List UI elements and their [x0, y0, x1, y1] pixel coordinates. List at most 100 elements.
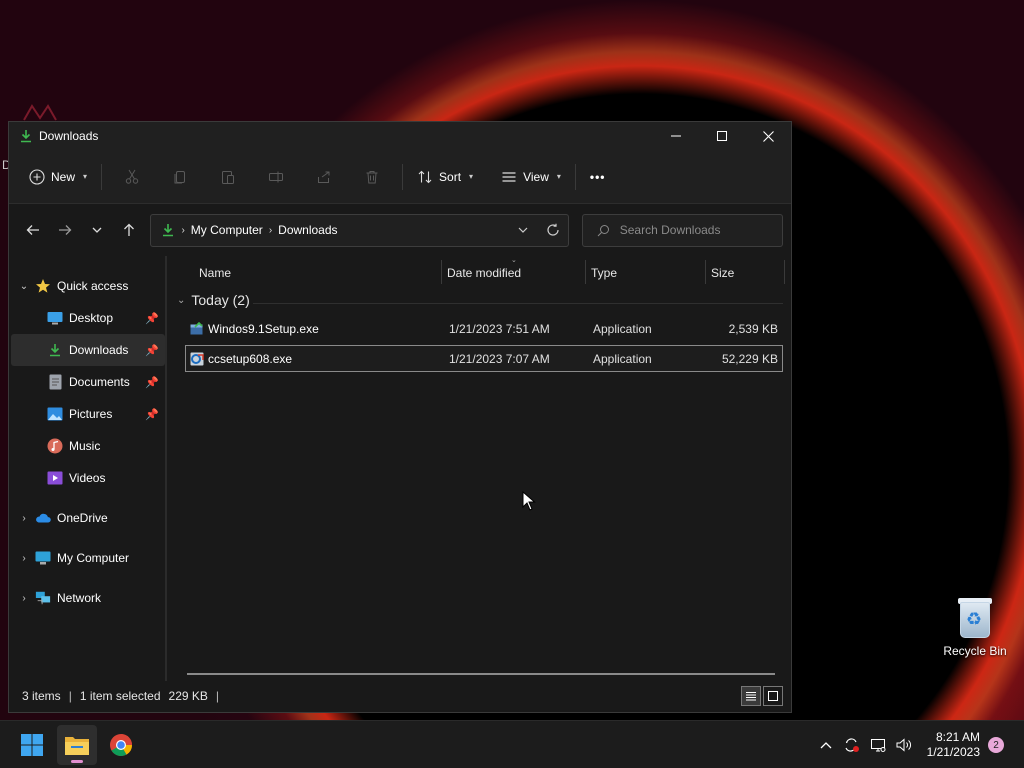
installer-icon — [190, 352, 204, 366]
recycle-bin-shortcut[interactable]: ♻ Recycle Bin — [940, 596, 1010, 658]
file-type: Application — [593, 351, 652, 366]
search-icon — [597, 224, 609, 236]
column-header-size[interactable]: Size — [711, 266, 734, 280]
taskbar-file-explorer[interactable] — [57, 725, 97, 765]
chevron-right-icon[interactable]: › — [17, 593, 31, 604]
file-name: Windos9.1Setup.exe — [208, 321, 319, 336]
paste-button[interactable] — [204, 161, 252, 193]
sync-status-button[interactable] — [839, 737, 865, 753]
pin-icon[interactable]: 📌 — [145, 344, 159, 357]
notification-badge[interactable]: 2 — [988, 737, 1004, 753]
start-button[interactable] — [12, 725, 52, 765]
recent-locations-button[interactable] — [81, 214, 113, 246]
breadcrumb-downloads[interactable]: Downloads — [278, 223, 337, 237]
address-history-chevron-icon[interactable] — [518, 225, 528, 235]
taskbar-chrome[interactable] — [101, 725, 141, 765]
desktop-logo-icon — [23, 104, 57, 121]
details-view-icon — [746, 692, 756, 701]
clock[interactable]: 8:21 AM 1/21/2023 — [927, 730, 980, 760]
column-divider[interactable] — [585, 260, 586, 284]
maximize-button[interactable] — [699, 122, 745, 150]
column-divider[interactable] — [441, 260, 442, 284]
chevron-down-icon[interactable]: ⌄ — [17, 281, 31, 292]
chevron-right-icon[interactable]: › — [17, 513, 31, 524]
file-row[interactable]: Windos9.1Setup.exe 1/21/2023 7:51 AM App… — [185, 315, 783, 342]
pin-icon[interactable]: 📌 — [145, 376, 159, 389]
pin-icon[interactable]: 📌 — [145, 312, 159, 325]
speaker-icon — [896, 738, 911, 752]
title-bar[interactable]: Downloads — [9, 122, 791, 150]
sidebar-item-documents[interactable]: Documents 📌 — [11, 366, 165, 398]
address-bar[interactable]: › My Computer › Downloads — [150, 213, 569, 247]
search-box[interactable] — [581, 213, 783, 247]
status-item-count: 3 items — [22, 689, 61, 703]
column-divider[interactable] — [705, 260, 706, 284]
volume-button[interactable] — [891, 738, 917, 752]
file-type: Application — [593, 321, 652, 336]
share-button[interactable] — [300, 161, 348, 193]
more-options-button[interactable]: ••• — [582, 161, 614, 193]
sidebar-item-my-computer[interactable]: › My Computer — [11, 542, 165, 574]
sidebar-item-music[interactable]: Music — [11, 430, 165, 462]
minimize-button[interactable] — [653, 122, 699, 150]
chevron-right-icon: › — [268, 224, 273, 236]
file-explorer-window: Downloads New ▾ Sort ▾ View ▾ ••• › My C… — [8, 121, 792, 713]
forward-button[interactable] — [49, 214, 81, 246]
sort-label: Sort — [439, 169, 462, 184]
group-header-today[interactable]: ⌄ Today (2) — [177, 292, 250, 308]
sidebar-item-onedrive[interactable]: › OneDrive — [11, 502, 165, 534]
cut-button[interactable] — [108, 161, 156, 193]
details-view-button[interactable] — [741, 686, 761, 706]
system-tray: 8:21 AM 1/21/2023 2 — [813, 721, 1024, 768]
column-header-date-modified[interactable]: Date modified — [447, 266, 521, 280]
chevron-right-icon[interactable]: › — [17, 553, 31, 564]
sidebar-item-label: Pictures — [69, 407, 113, 421]
toolbar-divider — [101, 163, 103, 190]
search-input[interactable] — [619, 223, 770, 237]
delete-button[interactable] — [348, 161, 396, 193]
close-button[interactable] — [745, 122, 791, 150]
sidebar-item-desktop[interactable]: Desktop 📌 — [11, 302, 165, 334]
active-app-indicator — [71, 760, 83, 763]
group-label: Today (2) — [191, 292, 250, 308]
sidebar-item-downloads[interactable]: Downloads 📌 — [11, 334, 165, 366]
computer-icon — [35, 550, 51, 566]
chrome-icon — [110, 734, 132, 756]
clock-date: 1/21/2023 — [926, 745, 980, 759]
file-list-pane[interactable]: Name Date modified ⌄ Type Size ⌄ Today (… — [167, 256, 791, 681]
network-status-button[interactable] — [865, 737, 891, 753]
sidebar-item-videos[interactable]: Videos — [11, 462, 165, 494]
column-divider[interactable] — [784, 260, 785, 284]
chevron-down-icon — [92, 227, 102, 233]
arrow-left-icon — [26, 225, 39, 235]
pin-icon[interactable]: 📌 — [145, 408, 159, 421]
chevron-down-icon: ⌄ — [177, 294, 186, 306]
sidebar-item-network[interactable]: › Network — [11, 582, 165, 614]
copy-button[interactable] — [156, 161, 204, 193]
column-header-type[interactable]: Type — [591, 266, 617, 280]
tiles-view-button[interactable] — [763, 686, 783, 706]
horizontal-scrollbar[interactable] — [187, 673, 775, 675]
recycle-bin-label: Recycle Bin — [943, 644, 1007, 658]
chevron-down-icon: ▾ — [83, 172, 88, 181]
new-button[interactable]: New ▾ — [21, 161, 95, 193]
view-toggles — [741, 686, 783, 706]
rename-button[interactable] — [252, 161, 300, 193]
view-button[interactable]: View ▾ — [493, 161, 569, 193]
up-button[interactable] — [113, 214, 145, 246]
sort-button[interactable]: Sort ▾ — [409, 161, 481, 193]
back-button[interactable] — [17, 214, 49, 246]
sidebar-item-quick-access[interactable]: ⌄ Quick access — [11, 270, 165, 302]
recycle-bin-icon: ♻ — [957, 596, 993, 638]
document-icon — [47, 374, 63, 390]
refresh-icon[interactable] — [546, 223, 560, 237]
file-row-selected[interactable]: ccsetup608.exe 1/21/2023 7:07 AM Applica… — [185, 345, 783, 372]
clock-time: 8:21 AM — [935, 730, 980, 744]
column-header-name[interactable]: Name — [199, 266, 231, 280]
breadcrumb-my-computer[interactable]: My Computer — [191, 223, 263, 237]
video-icon — [47, 470, 63, 486]
sidebar-item-pictures[interactable]: Pictures 📌 — [11, 398, 165, 430]
show-hidden-icons-button[interactable] — [813, 741, 839, 749]
sync-icon — [845, 738, 859, 752]
sidebar-item-label: Desktop — [69, 311, 114, 325]
